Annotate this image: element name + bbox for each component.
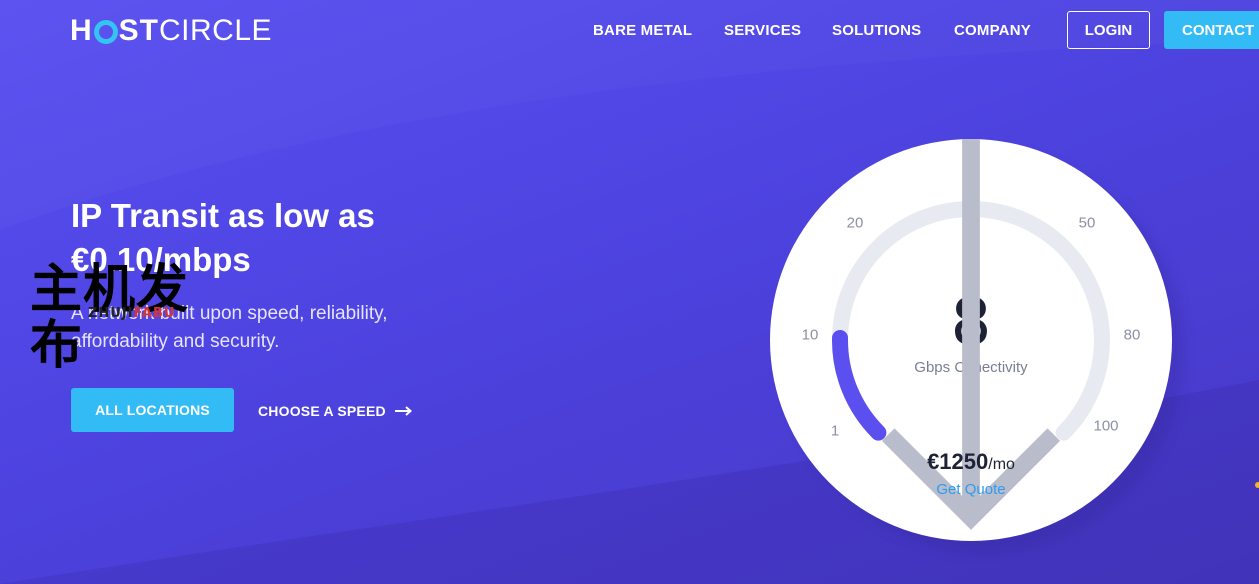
speed-gauge: 1 10 20 40 50 80 100 8 Gbps Conectivity … <box>770 139 1172 541</box>
logo-letters-st: ST <box>118 14 160 47</box>
nav-services[interactable]: SERVICES <box>724 22 801 39</box>
choose-speed-label: CHOOSE A SPEED <box>258 403 386 419</box>
arrow-right-icon <box>394 406 412 416</box>
edge-dot <box>1255 482 1259 488</box>
login-button[interactable]: LOGIN <box>1067 11 1150 49</box>
price-amount: €1250 <box>927 449 989 474</box>
all-locations-button[interactable]: ALL LOCATIONS <box>71 388 234 432</box>
choose-speed-link[interactable]: CHOOSE A SPEED <box>258 401 412 421</box>
hero-title: IP Transit as low as €0.10/mbps <box>71 197 375 278</box>
nav-bare-metal[interactable]: BARE METAL <box>593 22 692 39</box>
get-quote-link[interactable]: Get Quote <box>770 481 1172 498</box>
site-header: H ST CIRCLE BARE METAL SERVICES SOLUTION… <box>0 0 1259 62</box>
logo-circle-icon <box>93 20 118 44</box>
price-unit: /mo <box>988 456 1015 473</box>
nav-solutions[interactable]: SOLUTIONS <box>832 22 921 39</box>
logo-word-circle: CIRCLE <box>159 14 273 47</box>
logo-letter-h: H <box>70 14 93 47</box>
contact-button[interactable]: CONTACT <box>1164 11 1259 49</box>
hostcircle-logo[interactable]: H ST CIRCLE <box>70 14 272 48</box>
nav-company[interactable]: COMPANY <box>954 22 1031 39</box>
hero-description: A network built upon speed, reliability,… <box>71 303 388 352</box>
gauge-price: €1250/mo <box>770 449 1172 475</box>
